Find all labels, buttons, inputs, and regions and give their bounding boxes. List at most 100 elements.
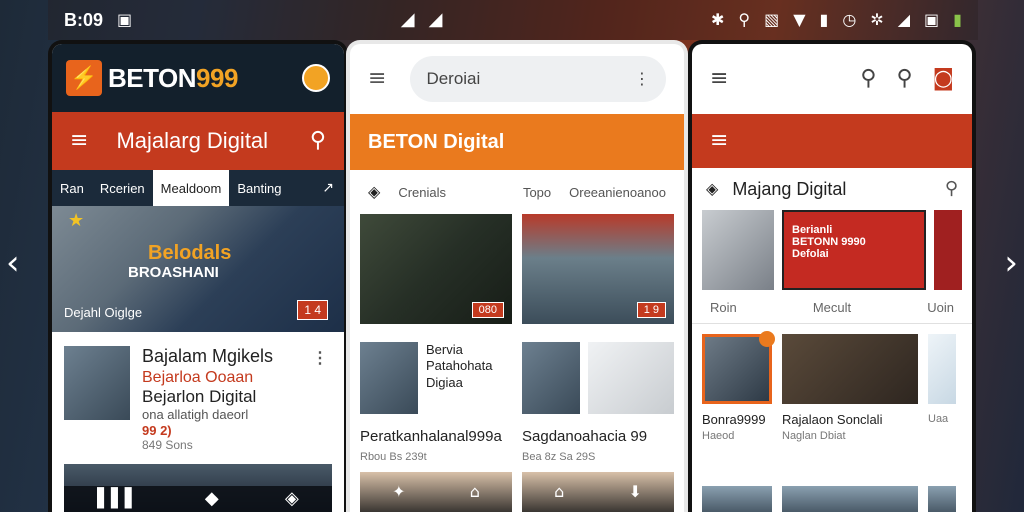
carousel-image — [702, 210, 774, 290]
tab-rcerien[interactable]: Rcerien — [92, 170, 153, 206]
list-item[interactable]: Bervia Patahohata Digiaa Peratkanhalanal… — [360, 342, 510, 463]
item-line-2: Patahohata — [426, 358, 493, 374]
alarm-icon: ◷ — [842, 10, 857, 29]
article-meta: 849 Sons — [142, 438, 193, 453]
status-time: B:09 — [64, 9, 104, 30]
hero-caption: Dejahl Oiglge — [64, 305, 143, 320]
menu-icon[interactable]: ≡ — [710, 68, 728, 90]
tab-ran[interactable]: Ran — [52, 170, 92, 206]
diamond-icon[interactable]: ◆ — [205, 488, 219, 510]
preview-tile[interactable] — [782, 486, 918, 512]
more-options-icon[interactable]: ⋮ — [312, 348, 328, 368]
preview-tile[interactable] — [928, 486, 956, 512]
video-badge: 080 — [471, 302, 504, 318]
filter-bar: ◈ Crenials Topo Oreeanienoanoo — [350, 170, 684, 214]
brand-name: BETON999 — [108, 63, 238, 94]
article-subtitle: Bejarloa Ooaan — [142, 368, 254, 386]
preview-tile[interactable] — [702, 486, 772, 512]
item-title: Sagdanoahacia 99 — [522, 428, 648, 445]
filter-sort[interactable]: Oreeanienoanoo — [569, 185, 666, 200]
brand-name-prefix: BETON — [108, 62, 197, 93]
home-icon[interactable]: ⌂ — [470, 481, 480, 503]
list-item[interactable]: Sagdanoahacia 99 Bea 8z Sa 29S — [522, 342, 674, 463]
puzzle-icon[interactable]: ✦ — [392, 481, 405, 503]
menu-icon-2[interactable]: ≡ — [710, 130, 728, 152]
app-bar-title: BETON Digital — [350, 114, 684, 170]
section-header: ◈ Majang Digital ⚲ — [692, 168, 972, 210]
video-thumbnail[interactable] — [928, 334, 956, 404]
featured-article[interactable]: Bajalam Mgikels Bejarloa Ooaan Bejarlon … — [52, 332, 344, 467]
battery-icon: ▮ — [819, 10, 829, 29]
search-icon[interactable]: ⚲ — [860, 68, 876, 90]
bottom-preview: ▌▌▌ ◆ ◈ — [64, 464, 332, 512]
video-thumbnail[interactable] — [782, 334, 918, 404]
search-header: ≡ Deroiai ⋮ — [350, 44, 684, 114]
download-icon[interactable]: ⬇ — [628, 481, 641, 503]
feature-line-3: Defolai — [792, 248, 829, 260]
carousel-label: Uoin — [927, 300, 954, 315]
menu-icon[interactable]: ≡ — [368, 68, 386, 90]
carousel-labels: Roin Mecult Uoin — [692, 290, 972, 315]
hero-badge: 1 4 — [297, 300, 328, 320]
tab-banting[interactable]: Banting — [229, 170, 289, 206]
item-title: Bonra9999 — [702, 412, 766, 427]
profile-icon[interactable]: ◙ — [933, 68, 954, 90]
signal-icon-3: ◢ — [897, 10, 911, 29]
video-card[interactable]: 1 9 — [522, 214, 674, 324]
carousel-label: Roin — [710, 300, 737, 315]
filter-topo[interactable]: Topo — [523, 185, 551, 200]
bottom-preview — [702, 486, 962, 512]
hero-watermark-2: BROASHANI — [128, 264, 219, 281]
item-title: Peratkanhalanal999a — [360, 428, 502, 445]
next-arrow-icon[interactable]: › — [1004, 246, 1018, 280]
brand-header: ⚡ BETON999 — [52, 44, 344, 112]
check-icon — [759, 331, 775, 347]
previous-arrow-icon[interactable]: ‹ — [6, 246, 20, 280]
filter-credentials[interactable]: Crenials — [398, 185, 446, 200]
battery-level-icon: ▮ — [953, 10, 962, 29]
expand-arrow-icon[interactable]: ↗ — [322, 177, 344, 199]
tag-icon[interactable]: ◈ — [285, 488, 299, 510]
hero-carousel[interactable]: Berianli BETONN 9990 Defolai — [692, 210, 972, 290]
phone-screen-2: ≡ Deroiai ⋮ BETON Digital ◈ Crenials Top… — [346, 40, 688, 512]
bottom-nav: ▌▌▌ ◆ ◈ — [64, 486, 332, 512]
share-icon[interactable]: ⌂ — [554, 481, 564, 503]
video-card[interactable]: 080 — [360, 214, 512, 324]
search-placeholder: Deroiai — [426, 69, 481, 88]
bluetooth-icon: ✱ — [710, 10, 725, 29]
back-icon[interactable]: ◈ — [706, 178, 718, 200]
carousel-label: Mecult — [812, 300, 852, 315]
item-title: Rajalaon Sonclali — [782, 412, 883, 427]
item-meta: Bea 8z Sa 29S — [522, 451, 596, 463]
item-meta: Haeod — [702, 429, 735, 442]
search-icon[interactable]: ⚲ — [945, 178, 958, 200]
hero-banner[interactable]: ★ Belodals BROASHANI Dejahl Oiglge 1 4 — [52, 206, 344, 332]
search-icon-2[interactable]: ⚲ — [897, 68, 913, 90]
menu-icon[interactable]: ≡ — [70, 130, 88, 152]
phone-screen-1: ⚡ BETON999 ≡ Majalarg Digital ⚲ Ran Rcer… — [48, 40, 348, 512]
status-bar: B:09 ▣ ◢ ◢ ✱ ⚲ ▧ ▼ ▮ ◷ ✲ ◢ ▣ ▮ — [48, 0, 978, 40]
video-badge: 1 9 — [636, 302, 666, 318]
article-number: 99 2) — [142, 422, 172, 438]
bars-icon[interactable]: ▌▌▌ — [97, 488, 139, 510]
feature-line-2: BETONN 9990 — [792, 236, 866, 248]
feature-line-1: Berianli — [792, 224, 833, 236]
thumbnail-row — [692, 324, 972, 404]
bottom-preview: ✦ ⌂ ⌂ ⬇ — [360, 472, 674, 512]
section-title: Majang Digital — [732, 178, 847, 199]
article-title: Bajalam Mgikels — [142, 346, 274, 366]
signal-icon-2: ◢ — [428, 9, 443, 30]
sim-icon: ▣ — [924, 10, 940, 29]
article-thumbnail — [64, 346, 130, 420]
tab-mealdoom[interactable]: Mealdoom — [152, 170, 230, 206]
video-grid: 080 1 9 — [350, 214, 684, 324]
back-icon[interactable]: ◈ — [368, 181, 380, 203]
avatar[interactable] — [302, 64, 330, 92]
notification-icon: ▣ — [117, 10, 133, 29]
video-thumbnail-selected[interactable] — [702, 331, 775, 404]
more-options-icon[interactable]: ⋮ — [634, 68, 650, 90]
article-thumbnail — [360, 342, 418, 414]
search-input[interactable]: Deroiai ⋮ — [410, 56, 666, 102]
search-icon[interactable]: ⚲ — [310, 130, 326, 152]
signal-icon: ◢ — [400, 9, 415, 30]
